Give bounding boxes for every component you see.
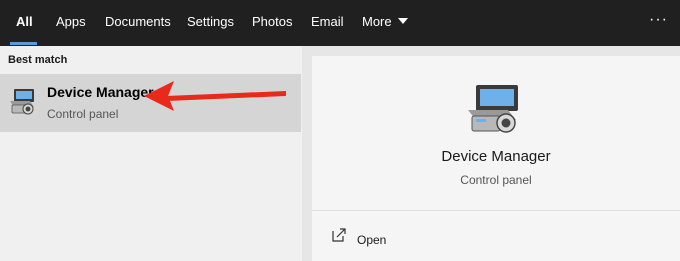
preview-pane: Device Manager Control panel Open [312, 56, 680, 261]
active-tab-indicator [10, 42, 37, 45]
open-label: Open [357, 233, 387, 247]
red-arrow-annotation [144, 81, 286, 111]
device-manager-icon [10, 89, 34, 115]
device-manager-icon [468, 85, 518, 133]
tab-documents[interactable]: Documents [105, 0, 171, 46]
best-match-title: Device Manager [47, 84, 154, 100]
preview-subtitle: Control panel [460, 173, 532, 187]
ellipsis-icon[interactable]: ··· [649, 0, 668, 46]
tab-settings[interactable]: Settings [187, 0, 234, 46]
tab-apps[interactable]: Apps [56, 0, 86, 46]
caret-down-icon [397, 17, 408, 24]
open-action[interactable]: Open [312, 211, 680, 261]
search-filter-bar: All Apps Documents Settings Photos Email… [0, 0, 680, 46]
open-icon [332, 228, 346, 242]
tab-more[interactable]: More [362, 0, 408, 46]
tab-more-label: More [362, 14, 392, 29]
best-match-subtitle: Control panel [47, 107, 119, 121]
tab-email[interactable]: Email [311, 0, 344, 46]
tab-photos[interactable]: Photos [252, 0, 292, 46]
section-header-best-match: Best match [8, 54, 68, 66]
tab-all[interactable]: All [16, 0, 33, 46]
preview-title: Device Manager [441, 148, 551, 165]
